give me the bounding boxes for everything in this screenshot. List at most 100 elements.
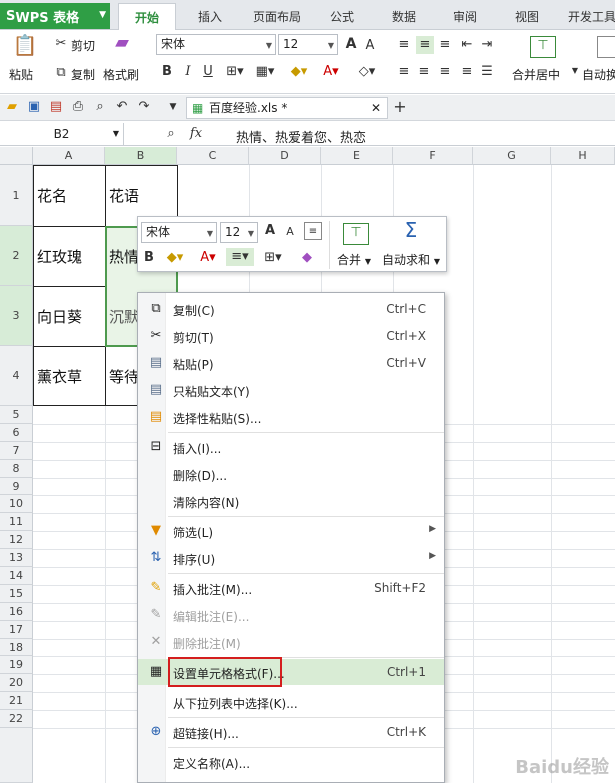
font-color-icon[interactable]: A▾ bbox=[194, 249, 222, 267]
formula-input[interactable]: 热情、热爱着您、热恋 bbox=[236, 127, 366, 146]
export-pdf-icon[interactable]: ▤ bbox=[48, 98, 64, 116]
paste-button[interactable]: 粘贴 bbox=[9, 66, 33, 83]
wrap-text-button[interactable]: 自动换行 bbox=[582, 66, 615, 83]
undo-icon[interactable]: ↶ bbox=[114, 98, 130, 116]
fill-color-icon[interactable]: ◆▾ bbox=[286, 63, 312, 81]
row-header[interactable]: 22 bbox=[0, 710, 33, 728]
tab-formula[interactable]: 公式 bbox=[318, 3, 366, 30]
merge-icon[interactable]: ⊤ bbox=[343, 223, 369, 245]
row-header[interactable]: 19 bbox=[0, 656, 33, 674]
align-top-icon[interactable]: ≡ bbox=[396, 36, 412, 54]
row-header[interactable]: 11 bbox=[0, 513, 33, 531]
row-header[interactable]: 15 bbox=[0, 585, 33, 603]
bold-icon[interactable]: B bbox=[158, 63, 176, 81]
justify-icon[interactable]: ≡ bbox=[459, 63, 475, 81]
column-header-c[interactable]: C bbox=[177, 147, 249, 165]
menu-item-paste-special[interactable]: ▤ 选择性粘贴(S)... bbox=[138, 404, 444, 430]
mini-merge-button[interactable]: 合并 ▼ bbox=[337, 251, 371, 268]
fill-pattern-icon[interactable]: ▦▾ bbox=[252, 63, 278, 81]
format-painter-icon[interactable]: ▰ bbox=[110, 34, 134, 58]
tab-developer[interactable]: 开发工具 bbox=[562, 3, 615, 30]
row-header[interactable]: 3 bbox=[0, 286, 33, 346]
mini-font-name-combo[interactable]: 宋体 ▼ bbox=[141, 222, 217, 243]
indent-right-icon[interactable]: ⇥ bbox=[479, 36, 495, 54]
copy-icon[interactable]: ⧉ bbox=[53, 64, 69, 82]
row-header[interactable]: 2 bbox=[0, 226, 33, 286]
bold-icon[interactable]: B bbox=[142, 249, 156, 267]
row-header[interactable]: 20 bbox=[0, 674, 33, 692]
mini-font-size-combo[interactable]: 12 ▼ bbox=[220, 222, 258, 243]
font-size-combo[interactable]: 12 ▼ bbox=[278, 34, 338, 55]
chevron-down-icon[interactable]: ▼ bbox=[99, 10, 106, 20]
cell-a2[interactable]: 红玫瑰 bbox=[34, 227, 104, 285]
row-header[interactable]: 9 bbox=[0, 478, 33, 495]
row-header[interactable]: 14 bbox=[0, 567, 33, 585]
column-header-d[interactable]: D bbox=[249, 147, 321, 165]
wrap-text-icon[interactable]: ≡ bbox=[304, 222, 322, 240]
cell-a3[interactable]: 向日葵 bbox=[34, 287, 104, 345]
row-header[interactable]: 13 bbox=[0, 549, 33, 567]
row-header[interactable]: 10 bbox=[0, 495, 33, 513]
merge-center-button[interactable]: 合并居中 bbox=[512, 66, 560, 83]
mini-autosum-button[interactable]: 自动求和 ▼ bbox=[382, 251, 440, 268]
tab-home[interactable]: 开始 bbox=[118, 3, 176, 30]
menu-item-clear[interactable]: 清除内容(N) bbox=[138, 488, 444, 514]
document-tab[interactable]: ▦ 百度经验.xls * ✕ bbox=[186, 97, 388, 119]
redo-icon[interactable]: ↷ bbox=[136, 98, 152, 116]
fx-button[interactable]: fx bbox=[186, 125, 206, 143]
eraser-icon[interactable]: ◆ bbox=[298, 249, 316, 267]
indent-left-icon[interactable]: ⇤ bbox=[459, 36, 475, 54]
row-header[interactable]: 18 bbox=[0, 639, 33, 656]
copy-button[interactable]: 复制 bbox=[71, 66, 95, 83]
merge-center-icon[interactable]: ⊤ bbox=[530, 36, 556, 58]
row-header[interactable]: 17 bbox=[0, 621, 33, 639]
menu-item-sort[interactable]: ⇅ 排序(U) ▶ bbox=[138, 545, 444, 571]
name-box[interactable]: B2 ▼ bbox=[0, 123, 124, 146]
row-header[interactable]: 16 bbox=[0, 603, 33, 621]
decrease-font-icon[interactable]: A bbox=[283, 223, 297, 241]
increase-font-icon[interactable]: A bbox=[342, 35, 360, 53]
border-icon[interactable]: ⊞▾ bbox=[259, 249, 287, 267]
row-header[interactable]: 12 bbox=[0, 531, 33, 549]
scissors-icon[interactable]: ✂ bbox=[53, 35, 69, 53]
clear-format-icon[interactable]: ◇▾ bbox=[354, 63, 380, 81]
close-icon[interactable]: ✕ bbox=[371, 98, 381, 118]
align-center-icon[interactable]: ≡▾ bbox=[226, 248, 254, 266]
align-bottom-icon[interactable]: ≡ bbox=[437, 36, 453, 54]
tab-insert[interactable]: 插入 bbox=[182, 3, 238, 30]
menu-item-insert-comment[interactable]: ✎ 插入批注(M)... Shift+F2 bbox=[138, 575, 444, 601]
cell-a1[interactable]: 花名 bbox=[34, 166, 104, 225]
cell-b3[interactable]: 沉默 bbox=[106, 287, 138, 345]
paste-icon[interactable]: 📋 bbox=[10, 35, 40, 62]
font-color-icon[interactable]: A▾ bbox=[318, 63, 344, 81]
save-icon[interactable]: ▣ bbox=[26, 98, 42, 116]
column-header-a[interactable]: A bbox=[33, 147, 105, 165]
menu-item-filter[interactable]: ▼ 筛选(L) ▶ bbox=[138, 518, 444, 544]
column-header-f[interactable]: F bbox=[393, 147, 473, 165]
print-preview-icon[interactable]: ⌕ bbox=[92, 98, 108, 116]
sum-icon[interactable]: Σ bbox=[401, 220, 421, 240]
zoom-icon[interactable]: ⌕ bbox=[164, 125, 178, 143]
menu-item-define-name[interactable]: 定义名称(A)... bbox=[138, 749, 444, 775]
row-header[interactable]: 4 bbox=[0, 346, 33, 406]
customize-toolbar-icon[interactable]: ▼ bbox=[166, 98, 180, 116]
column-header-b[interactable]: B bbox=[105, 147, 177, 165]
cut-button[interactable]: 剪切 bbox=[71, 37, 95, 54]
menu-item-paste-text[interactable]: ▤ 只粘贴文本(Y) bbox=[138, 377, 444, 403]
print-icon[interactable]: ⎙ bbox=[70, 98, 86, 116]
app-menu-button[interactable]: S WPS 表格 ▼ bbox=[0, 3, 110, 29]
increase-font-icon[interactable]: A bbox=[262, 222, 278, 240]
open-folder-icon[interactable]: ▰ bbox=[4, 98, 20, 116]
menu-item-pick-from-list[interactable]: 从下拉列表中选择(K)... bbox=[138, 689, 444, 715]
cell-b2[interactable]: 热情 bbox=[106, 227, 138, 285]
border-icon[interactable]: ⊞▾ bbox=[222, 63, 248, 81]
row-header[interactable]: 8 bbox=[0, 460, 33, 478]
cell-a4[interactable]: 薰衣草 bbox=[34, 347, 104, 405]
menu-item-delete[interactable]: 删除(D)... bbox=[138, 461, 444, 487]
menu-item-copy[interactable]: ⧉ 复制(C) Ctrl+C bbox=[138, 296, 444, 322]
distributed-icon[interactable]: ☰ bbox=[479, 63, 495, 81]
wrap-text-icon[interactable] bbox=[597, 36, 615, 58]
menu-item-hyperlink[interactable]: ⊕ 超链接(H)... Ctrl+K bbox=[138, 719, 444, 745]
tab-data[interactable]: 数据 bbox=[380, 3, 428, 30]
column-header-e[interactable]: E bbox=[321, 147, 393, 165]
